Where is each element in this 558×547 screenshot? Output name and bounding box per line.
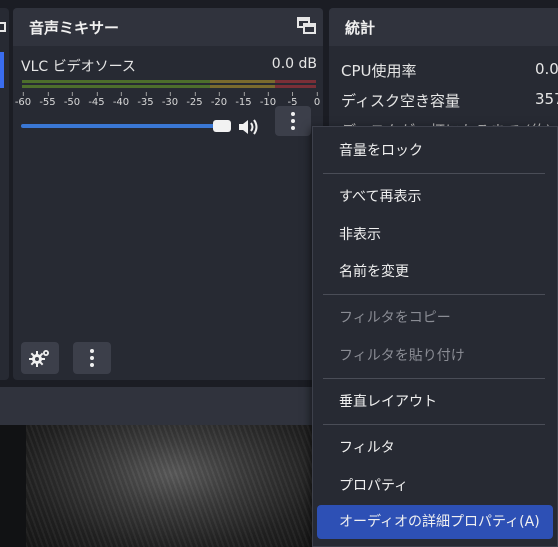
- dock-edge-icon: [0, 22, 6, 32]
- source-menu-button[interactable]: [275, 106, 311, 136]
- left-dock-edge: [0, 8, 9, 380]
- volume-slider-thumb[interactable]: [213, 120, 231, 132]
- audio-mixer-dock: 音声ミキサー VLC ビデオソース 0.0 dB -60 -55 -50 -45 -40…: [13, 8, 323, 380]
- volume-slider[interactable]: [21, 119, 231, 133]
- source-name: VLC ビデオソース: [21, 59, 136, 75]
- meter-tick-label: -20: [211, 92, 227, 108]
- menu-item-paste-filters: フィルタを貼り付け: [339, 348, 465, 364]
- menu-item-show-all[interactable]: すべて再表示: [317, 180, 553, 214]
- context-menu: 音量をロック すべて再表示 非表示 名前を変更 フィルタをコピー フィルタを貼り…: [312, 126, 558, 547]
- menu-item-copy-filters: フィルタをコピー: [339, 310, 451, 326]
- stat-value-cpu: 0.0: [535, 60, 558, 78]
- menu-item-vertical-layout[interactable]: 垂直レイアウト: [317, 385, 553, 419]
- preview-area: [0, 425, 320, 547]
- volume-meter: [22, 80, 316, 90]
- gear-icon: [29, 350, 49, 367]
- meter-tick-label: -35: [137, 92, 154, 108]
- stats-header: 統計: [329, 8, 558, 46]
- stat-value-disk: 357: [535, 90, 558, 108]
- menu-item-properties[interactable]: プロパティ: [317, 469, 553, 503]
- mixer-header: 音声ミキサー: [13, 8, 323, 46]
- mixer-source-row: VLC ビデオソース 0.0 dB: [21, 56, 317, 76]
- meter-tick-label: -55: [39, 92, 56, 108]
- meter-tick-label: -10: [260, 92, 276, 108]
- selected-item-edge[interactable]: [0, 52, 4, 88]
- meter-tick-label: -50: [64, 92, 80, 108]
- menu-item-advanced-audio-properties[interactable]: オーディオの詳細プロパティ(A): [317, 505, 553, 539]
- volume-slider-track: [21, 124, 215, 128]
- video-preview-texture: [26, 425, 320, 547]
- mixer-settings-button[interactable]: [21, 342, 59, 374]
- meter-tick-label: -15: [235, 92, 252, 108]
- controls-bar: [0, 387, 320, 425]
- menu-item-rename[interactable]: 名前を変更: [317, 255, 553, 289]
- menu-separator: [323, 294, 545, 295]
- meter-tick-label: -45: [88, 92, 105, 108]
- menu-separator: [323, 424, 545, 425]
- menu-item-hide[interactable]: 非表示: [317, 218, 553, 252]
- meter-tick-label: -60: [15, 92, 31, 108]
- menu-item-filters[interactable]: フィルタ: [317, 431, 553, 465]
- meter-tick-label: -30: [162, 92, 178, 108]
- kebab-menu-icon: [291, 112, 295, 130]
- kebab-menu-icon: [90, 349, 94, 367]
- meter-tick-label: -40: [113, 92, 129, 108]
- menu-item-lock-volume[interactable]: 音量をロック: [317, 134, 553, 168]
- stats-title: 統計: [345, 18, 376, 37]
- speaker-icon[interactable]: [237, 117, 259, 137]
- mixer-menu-button[interactable]: [73, 342, 111, 374]
- meter-tick-label: 0: [314, 92, 320, 108]
- meter-tick-label: -25: [186, 92, 203, 108]
- mixer-title: 音声ミキサー: [29, 18, 120, 37]
- menu-separator: [323, 173, 545, 174]
- menu-separator: [323, 378, 545, 379]
- source-level-db: 0.0 dB: [271, 56, 317, 72]
- float-dock-icon[interactable]: [297, 17, 317, 35]
- stat-label-cpu: CPU使用率: [341, 62, 417, 80]
- stat-label-disk: ディスク空き容量: [341, 92, 460, 110]
